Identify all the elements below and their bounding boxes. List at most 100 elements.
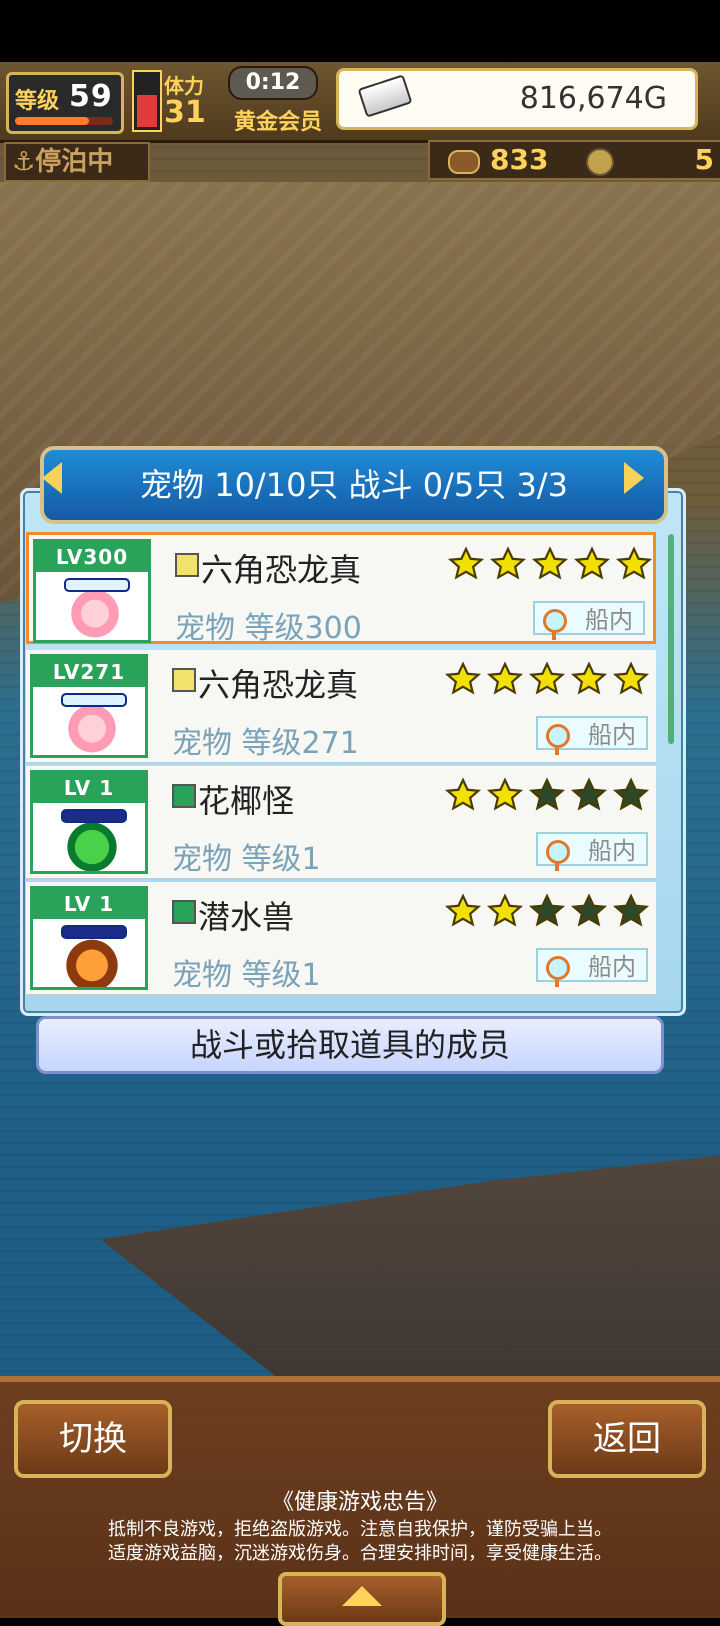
health-notice-line-2: 适度游戏益脑，沉迷游戏伤身。合理安排时间，享受健康生活。 — [108, 1543, 612, 1564]
star-icon — [612, 660, 650, 698]
list-item[interactable]: LV 1 潜水兽宠物 等级1 船内 — [26, 882, 656, 996]
pet-portrait: LV271 — [30, 654, 148, 758]
element-icon — [172, 900, 196, 924]
star-icon — [444, 892, 482, 930]
list-item[interactable]: LV 1 花椰怪宠物 等级1 船内 — [26, 766, 656, 880]
prev-page-arrow-icon[interactable] — [42, 462, 62, 494]
list-scrollbar[interactable] — [668, 534, 674, 744]
element-icon — [172, 668, 196, 692]
pet-sprite — [63, 707, 121, 755]
location-text: 船内 — [585, 606, 633, 634]
star-icon — [531, 545, 569, 583]
pet-hp-bar — [61, 693, 127, 707]
level-value: 59 — [69, 79, 113, 114]
star-icon — [612, 892, 650, 930]
rarity-stars — [447, 545, 657, 589]
pet-sprite — [63, 939, 121, 987]
health-notice: 抵制不良游戏，拒绝盗版游戏。注意自我保护，谨防受骗上当。 适度游戏益脑，沉迷游戏… — [0, 1518, 720, 1566]
element-icon — [175, 553, 199, 577]
star-icon — [573, 545, 611, 583]
rarity-stars — [444, 776, 654, 820]
star-icon — [615, 545, 653, 583]
resource-food-icon — [448, 150, 480, 174]
expand-up-button[interactable] — [278, 1572, 446, 1626]
location-text: 船内 — [588, 721, 636, 749]
pet-meta: 宠物 等级300 — [175, 611, 362, 646]
star-icon — [570, 776, 608, 814]
star-icon — [486, 776, 524, 814]
pet-hp-bar — [64, 578, 130, 592]
star-icon — [489, 545, 527, 583]
switch-button[interactable]: 切换 — [14, 1400, 172, 1478]
bottom-bar: 切换 返回 《健康游戏忠告》 抵制不良游戏，拒绝盗版游戏。注意自我保护，谨防受骗… — [0, 1376, 720, 1626]
health-notice-line-1: 抵制不良游戏，拒绝盗版游戏。注意自我保护，谨防受骗上当。 — [108, 1519, 612, 1540]
pet-portrait: LV 1 — [30, 886, 148, 990]
timer: 0:12 — [228, 66, 318, 100]
location-text: 船内 — [588, 953, 636, 981]
membership-badge: 黄金会员 — [234, 110, 323, 135]
pet-level-badge: LV 1 — [33, 773, 145, 803]
pet-name: 花椰怪 — [198, 782, 295, 820]
star-icon — [528, 776, 566, 814]
resource-a: 833 — [490, 143, 549, 176]
vitality-gauge — [132, 70, 162, 132]
level-label: 等级 — [15, 89, 60, 114]
rarity-stars — [444, 892, 654, 936]
location-tag[interactable]: 船内 — [536, 716, 648, 755]
money-value: 816,674G — [519, 81, 667, 116]
location-text: 船内 — [588, 837, 636, 865]
top-hud: 等级 59 体力 31 0:12 黄金会员 816,674G — [0, 62, 720, 143]
pet-meta: 宠物 等级1 — [172, 842, 321, 877]
vitality-value: 31 — [164, 95, 206, 130]
pet-sprite — [66, 592, 124, 640]
pet-meta: 宠物 等级1 — [172, 958, 321, 993]
list-item[interactable]: LV271 六角恐龙真宠物 等级271 船内 — [26, 650, 656, 764]
star-icon — [486, 660, 524, 698]
pet-level-badge: LV300 — [36, 542, 148, 572]
back-button[interactable]: 返回 — [548, 1400, 706, 1478]
star-icon — [570, 892, 608, 930]
rarity-stars — [444, 660, 654, 704]
health-notice-title: 《健康游戏忠告》 — [271, 1490, 448, 1515]
pet-list: LV300 六角恐龙真 宠物 等级300 船内 LV271 六角恐龙真 宠物 等级271 船内… — [26, 532, 658, 1002]
location-tag[interactable]: 船内 — [533, 601, 645, 640]
pet-hp-bar — [61, 925, 127, 939]
location-tag[interactable]: 船内 — [536, 832, 648, 871]
info-bar: 战斗或拾取道具的成员 — [36, 1016, 664, 1074]
magnifier-icon — [546, 840, 570, 871]
pet-name: 六角恐龙真 — [198, 666, 359, 704]
money-box: 816,674G — [336, 68, 698, 130]
pet-level-badge: LV271 — [33, 657, 145, 687]
element-icon — [172, 784, 196, 808]
pet-portrait: LV300 — [33, 539, 151, 643]
exp-bar — [15, 117, 113, 125]
magnifier-icon — [546, 956, 570, 987]
star-icon — [528, 660, 566, 698]
pet-portrait: LV 1 — [30, 770, 148, 874]
silver-bar-icon — [357, 74, 413, 118]
pet-meta: 宠物 等级271 — [172, 726, 359, 761]
star-icon — [444, 660, 482, 698]
star-icon — [486, 892, 524, 930]
vitality-box: 体力 31 — [164, 70, 234, 134]
pet-hp-bar — [61, 809, 127, 823]
resource-b: 5 — [694, 143, 714, 176]
star-icon — [528, 892, 566, 930]
coin-icon — [586, 148, 614, 176]
next-page-arrow-icon[interactable] — [624, 462, 644, 494]
magnifier-icon — [543, 609, 567, 640]
panel-title: 宠物 10/10只 战斗 0/5只 3/3 — [40, 446, 668, 524]
star-icon — [444, 776, 482, 814]
star-icon — [570, 660, 608, 698]
star-icon — [612, 776, 650, 814]
magnifier-icon — [546, 724, 570, 755]
level-box: 等级 59 — [6, 72, 124, 134]
moored-status: ⚓停泊中 — [4, 142, 150, 182]
pet-name: 六角恐龙真 — [201, 551, 362, 589]
resource-box: 833 5 — [428, 140, 720, 180]
list-item[interactable]: LV300 六角恐龙真宠物 等级300 船内 — [26, 532, 657, 646]
status-row: ⚓停泊中 833 5 — [0, 140, 720, 184]
star-icon — [447, 545, 485, 583]
location-tag[interactable]: 船内 — [536, 948, 648, 987]
pet-name: 潜水兽 — [198, 898, 295, 936]
